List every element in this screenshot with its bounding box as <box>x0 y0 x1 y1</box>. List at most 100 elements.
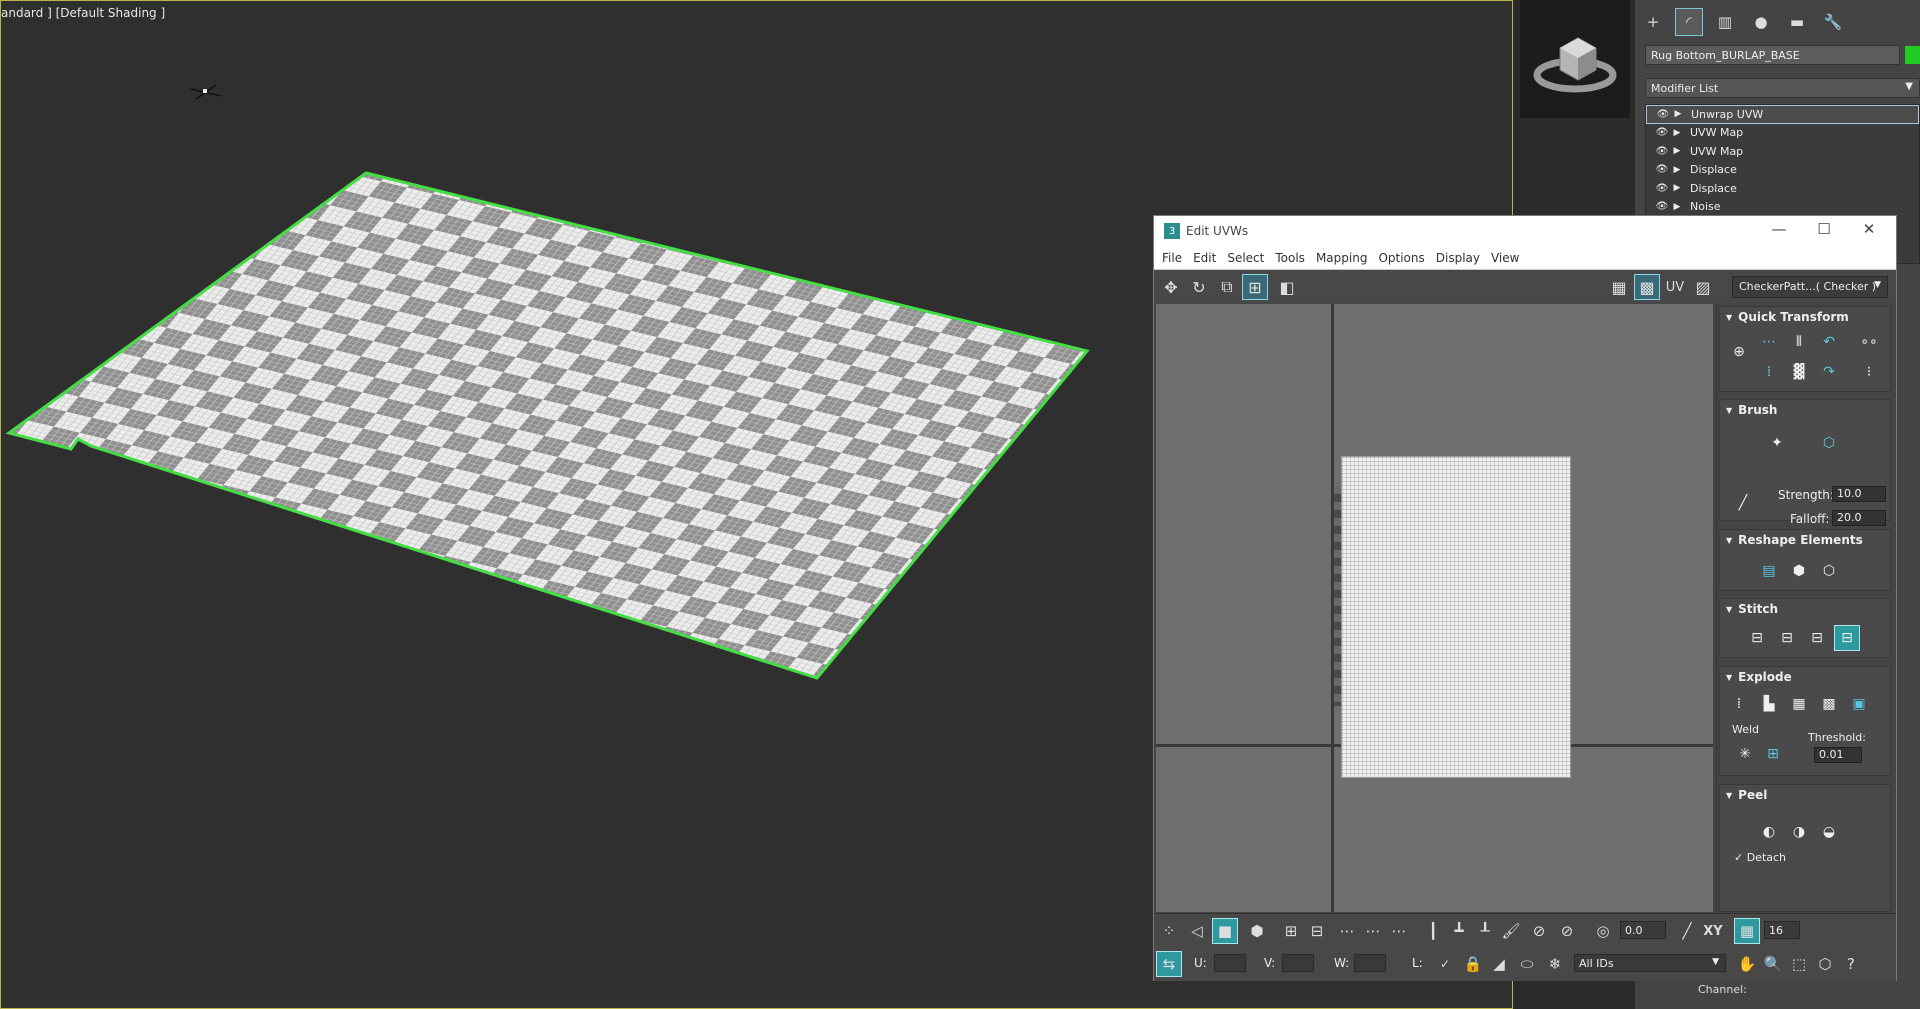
spacing-h-icon[interactable]: ∘∘ <box>1856 329 1882 355</box>
pivot-icon[interactable]: ⊕ <box>1726 339 1752 365</box>
freeform-icon[interactable]: ⊞ <box>1242 274 1268 300</box>
menu-view[interactable]: View <box>1491 251 1519 265</box>
transform-type-icon[interactable]: ⇆ <box>1156 951 1182 977</box>
polygon-mode-icon[interactable]: ■ <box>1212 918 1238 944</box>
quick-peel-icon[interactable]: ◐ <box>1756 819 1782 845</box>
break-edge-icon[interactable]: ▙ <box>1756 691 1782 717</box>
modifier-item-displace[interactable]: 👁 ▶ Displace <box>1646 161 1919 180</box>
rotate-icon[interactable]: ↻ <box>1186 274 1212 300</box>
modifier-item-displace[interactable]: 👁 ▶ Displace <box>1646 179 1919 198</box>
loop-icon[interactable]: ⋯ <box>1334 918 1360 944</box>
wrench-icon[interactable]: 🔧 <box>1819 8 1847 36</box>
uv-label[interactable]: UV <box>1662 274 1688 300</box>
expand-arrow-icon[interactable]: ▶ <box>1670 146 1684 156</box>
maximize-icon[interactable]: ☐ <box>1809 220 1839 242</box>
rotation-angle-field[interactable]: 0.0 <box>1620 921 1666 939</box>
pan-icon[interactable]: ✋ <box>1734 951 1760 977</box>
grid-size-field[interactable]: 16 <box>1764 921 1800 939</box>
rotate-plus-icon[interactable]: ↷ <box>1816 359 1842 385</box>
peel-mode-icon[interactable]: ◑ <box>1786 819 1812 845</box>
align-vertical-icon[interactable]: ⦀ <box>1786 329 1812 355</box>
modify-arc-icon[interactable]: ◜ <box>1675 8 1703 36</box>
vertex-mode-icon[interactable]: ⁘ <box>1156 918 1182 944</box>
shrink-select-icon[interactable]: ⊟ <box>1304 918 1330 944</box>
straighten-selection-icon[interactable]: ▤ <box>1756 558 1782 584</box>
paint-grow-icon[interactable]: ⊘ <box>1526 918 1552 944</box>
viewcube[interactable] <box>1520 0 1630 118</box>
close-icon[interactable]: ✕ <box>1854 220 1884 242</box>
weld-target-icon[interactable]: ✳ <box>1732 741 1758 767</box>
expand-arrow-icon[interactable]: ▶ <box>1670 183 1684 193</box>
scale-icon[interactable]: ⧉ <box>1214 274 1240 300</box>
filter-icon[interactable]: ◢ <box>1486 951 1512 977</box>
show-map-icon[interactable]: ▦ <box>1606 274 1632 300</box>
texture-icon[interactable]: ▨ <box>1690 274 1716 300</box>
object-name-field[interactable]: Rug Bottom_BURLAP_BASE <box>1645 45 1900 65</box>
modifier-list-dropdown[interactable]: Modifier List ▼ <box>1645 78 1920 98</box>
detach-icon[interactable]: ▣ <box>1846 691 1872 717</box>
quick-transform-header[interactable]: ▼ Quick Transform <box>1720 307 1890 327</box>
checkmark-icon[interactable]: ✓ <box>1432 951 1458 977</box>
align-horizontal-icon[interactable]: ⋯ <box>1756 329 1782 355</box>
menu-options[interactable]: Options <box>1378 251 1424 265</box>
minimize-icon[interactable]: — <box>1764 220 1794 242</box>
id-filter-dropdown[interactable]: All IDs ▼ <box>1574 954 1726 972</box>
brush-icon[interactable]: 🖌 <box>1498 918 1524 944</box>
uv-shell[interactable] <box>1341 456 1571 778</box>
spacing-v-icon[interactable]: ⁝ <box>1856 359 1882 385</box>
absolute-line-icon[interactable]: ╱ <box>1674 918 1700 944</box>
modifier-item-noise[interactable]: 👁 ▶ Noise <box>1646 198 1919 217</box>
modifier-item-uvw-map[interactable]: 👁 ▶ UVW Map <box>1646 124 1919 143</box>
hide-icon[interactable]: ⬭ <box>1514 951 1540 977</box>
paint-shrink-icon[interactable]: ⊘ <box>1554 918 1580 944</box>
menu-mapping[interactable]: Mapping <box>1316 251 1368 265</box>
grow-select-icon[interactable]: ⊞ <box>1278 918 1304 944</box>
eye-icon[interactable]: 👁 <box>1655 109 1671 120</box>
stitch-average-icon[interactable]: ⊟ <box>1804 625 1830 651</box>
align-cross-icon[interactable]: ⁞ <box>1756 359 1782 385</box>
eye-icon[interactable]: 👁 <box>1654 127 1670 138</box>
straighten-icon[interactable]: ▓ <box>1786 359 1812 385</box>
help-icon[interactable]: ? <box>1838 951 1864 977</box>
texture-dropdown[interactable]: CheckerPatt...( Checker ) ▼ <box>1732 276 1888 298</box>
hierarchy-icon[interactable]: ▥ <box>1711 8 1739 36</box>
brush-header[interactable]: ▼ Brush <box>1720 400 1890 420</box>
detach-checkbox[interactable]: ✓ Detach <box>1734 851 1786 864</box>
ring-icon[interactable]: ⋯ <box>1386 918 1412 944</box>
checker-icon[interactable]: ▩ <box>1634 274 1660 300</box>
soft-select-icon[interactable]: ◎ <box>1590 918 1616 944</box>
modifier-item-uvw-map[interactable]: 👁 ▶ UVW Map <box>1646 142 1919 161</box>
expand-arrow-icon[interactable]: ▶ <box>1670 165 1684 175</box>
mirror-icon[interactable]: ◧ <box>1274 274 1300 300</box>
reset-peel-icon[interactable]: ◒ <box>1816 819 1842 845</box>
zoom-icon[interactable]: 🔍 <box>1760 951 1786 977</box>
lock-icon[interactable]: 🔒 <box>1460 951 1486 977</box>
paint-select-icon[interactable]: ┸ <box>1472 918 1498 944</box>
weld-selected-icon[interactable]: ⊞ <box>1760 741 1786 767</box>
v-field[interactable] <box>1282 954 1314 972</box>
explode-checker-icon[interactable]: ▩ <box>1816 691 1842 717</box>
edge-mode-icon[interactable]: ◁ <box>1184 918 1210 944</box>
stitch-custom-icon[interactable]: ⊟ <box>1744 625 1770 651</box>
display-icon[interactable]: ▬ <box>1783 8 1811 36</box>
uv-editor-canvas[interactable] <box>1156 304 1713 912</box>
eye-icon[interactable]: 👁 <box>1654 183 1670 194</box>
plus-icon[interactable]: + <box>1639 8 1667 36</box>
zoom-region-icon[interactable]: ⬚ <box>1786 951 1812 977</box>
move-icon[interactable]: ✥ <box>1158 274 1184 300</box>
reshape-header[interactable]: ▼ Reshape Elements <box>1720 530 1890 550</box>
menu-edit[interactable]: Edit <box>1193 251 1216 265</box>
u-field[interactable] <box>1214 954 1246 972</box>
brush-line-icon[interactable]: ╱ <box>1730 490 1756 516</box>
menu-file[interactable]: File <box>1162 251 1182 265</box>
zoom-extents-icon[interactable]: ⬡ <box>1812 951 1838 977</box>
expand-arrow-icon[interactable]: ▶ <box>1670 128 1684 138</box>
element-mode-icon[interactable]: ⬢ <box>1244 918 1270 944</box>
modifier-item-unwrap-uvw[interactable]: 👁 ▶ Unwrap UVW <box>1646 105 1919 124</box>
expand-arrow-icon[interactable]: ▶ <box>1670 202 1684 212</box>
menu-display[interactable]: Display <box>1436 251 1480 265</box>
explode-grid-icon[interactable]: ▦ <box>1786 691 1812 717</box>
relax-cube-icon[interactable]: ⬡ <box>1816 558 1842 584</box>
rotate-minus-icon[interactable]: ↶ <box>1816 329 1842 355</box>
ring-grow-icon[interactable]: ┃ <box>1420 918 1446 944</box>
